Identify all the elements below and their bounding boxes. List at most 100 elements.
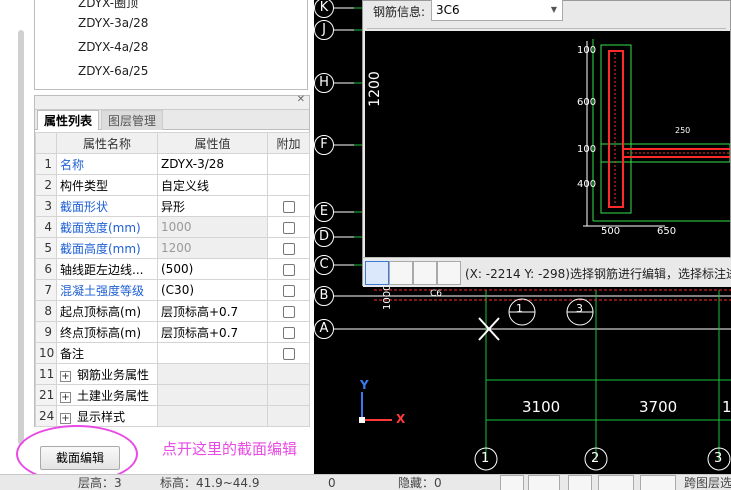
plus-mode-button[interactable] (640, 475, 676, 490)
property-value[interactable]: 层顶标高+0.7 (157, 321, 268, 343)
extra-checkbox[interactable] (282, 221, 295, 234)
side-dimension: 1000 (382, 284, 393, 310)
expand-icon[interactable]: + (60, 412, 71, 424)
table-header: 属性名称 属性值 附加 (35, 132, 310, 154)
section-dim: 650 (657, 226, 677, 237)
table-row[interactable]: 2 构件类型 自定义线 (35, 174, 310, 196)
dialog-separator (367, 28, 726, 29)
property-value[interactable]: 层顶标高+0.7 (157, 300, 268, 322)
table-row[interactable]: 21 + 土建业务属性 (35, 384, 310, 406)
tree-item[interactable]: ZDYX-6a/25 (78, 64, 148, 78)
group-name: 显示样式 (77, 409, 126, 424)
row-number: 9 (35, 321, 57, 343)
expand-icon[interactable]: + (60, 370, 71, 382)
x-axis-label: X (396, 412, 406, 426)
row-number: 10 (35, 342, 57, 364)
panel-header: ✕ (35, 94, 309, 110)
group-name: 土建业务属性 (77, 388, 150, 403)
section-drawing-area[interactable]: 100 600 100 400 500 650 250 1200 (365, 31, 730, 257)
row-number: 1 (35, 153, 57, 175)
property-value[interactable] (157, 384, 268, 406)
group-name: 钢筋业务属性 (77, 367, 150, 382)
section-drawing (583, 39, 730, 227)
property-value[interactable]: ZDYX-3/28 (157, 153, 268, 175)
close-icon[interactable]: ✕ (297, 94, 305, 105)
table-row[interactable]: 24 + 显示样式 (35, 405, 310, 427)
rebar-info-select[interactable]: 3C6 ▼ (431, 0, 563, 21)
dimension-text: 10 (722, 398, 731, 416)
draw-mode-button[interactable] (598, 475, 634, 490)
property-name: 起点顶标高(m) (56, 300, 158, 322)
row-number: 6 (35, 258, 57, 280)
tab-property-list[interactable]: 属性列表 (37, 110, 100, 130)
circle-number: 3 (576, 302, 583, 315)
property-value[interactable]: (500) (157, 258, 268, 280)
row-number: 3 (35, 195, 57, 217)
extra-checkbox[interactable] (282, 200, 295, 213)
table-row[interactable]: 10 备注 (35, 342, 310, 364)
diagonal-tool-button[interactable] (389, 261, 413, 285)
row-number: 8 (35, 300, 57, 322)
property-name: 构件类型 (56, 174, 158, 196)
table-row[interactable]: 6 轴线距左边线... (500) (35, 258, 310, 280)
row-number: 4 (35, 216, 57, 238)
bottom-axis-label: 1 (481, 451, 490, 466)
property-name: 截面高度(mm) (56, 237, 158, 259)
table-row[interactable]: 8 起点顶标高(m) 层顶标高+0.7 (35, 300, 310, 322)
table-row[interactable]: 4 截面宽度(mm) 1000 (35, 216, 310, 238)
group-name-cell: + 土建业务属性 (56, 384, 158, 406)
tree-item[interactable]: ZDYX-3a/28 (78, 16, 148, 30)
table-row[interactable]: 5 截面高度(mm) 1200 (35, 237, 310, 259)
tab-layer-management[interactable]: 图层管理 (101, 110, 164, 130)
left-scrollbar[interactable] (18, 30, 24, 445)
extra-checkbox[interactable] (282, 347, 295, 360)
extra-cell (267, 342, 310, 364)
property-name: 截面宽度(mm) (56, 216, 158, 238)
axis-label-j: J (314, 20, 334, 40)
table-row[interactable]: 9 终点顶标高(m) 层顶标高+0.7 (35, 321, 310, 343)
property-value[interactable] (157, 405, 268, 427)
table-row[interactable]: 11 + 钢筋业务属性 (35, 363, 310, 385)
cross-layer-select[interactable]: 跨图层选 (684, 475, 731, 490)
extra-checkbox[interactable] (282, 242, 295, 255)
property-value[interactable]: 自定义线 (157, 174, 268, 196)
tree-item[interactable]: ZDYX-4a/28 (78, 40, 148, 54)
corner-mode-button[interactable] (500, 475, 524, 490)
chevron-down-icon: ▼ (550, 5, 557, 14)
table-row[interactable]: 1 名称 ZDYX-3/28 (35, 153, 310, 175)
property-value[interactable]: 1000 (157, 216, 268, 238)
property-value[interactable] (157, 342, 268, 364)
table-row[interactable]: 7 混凝土强度等级 (C30) (35, 279, 310, 301)
extra-checkbox[interactable] (282, 326, 295, 339)
circle-number: 1 (516, 302, 523, 315)
extra-cell (267, 300, 310, 322)
property-value[interactable]: (C30) (157, 279, 268, 301)
extra-checkbox[interactable] (282, 284, 295, 297)
property-value[interactable] (157, 363, 268, 385)
corner-tool-button[interactable] (365, 261, 389, 285)
cross-mode-button[interactable] (568, 475, 592, 490)
extra-cell (267, 237, 310, 259)
row-number: 21 (35, 384, 57, 406)
extra-checkbox[interactable] (282, 305, 295, 318)
bottom-axis-label: 3 (714, 451, 723, 466)
property-value[interactable]: 1200 (157, 237, 268, 259)
table-row[interactable]: 3 截面形状 异形 (35, 195, 310, 217)
section-dim: 100 (577, 144, 597, 155)
expand-icon[interactable]: + (60, 391, 71, 403)
dimension-text: 3100 (522, 398, 561, 416)
property-value[interactable]: 异形 (157, 195, 268, 217)
group-name-cell: + 钢筋业务属性 (56, 363, 158, 385)
perpendicular-tool-button[interactable] (413, 261, 437, 285)
tree-item[interactable]: ZDYX-圈顶 (78, 0, 138, 11)
section-dim: 100 (577, 45, 597, 56)
snap-mode-button[interactable] (528, 475, 560, 490)
side-dim: 1200 (366, 71, 383, 107)
add-rebar-tool-button[interactable] (437, 261, 461, 285)
row-number: 24 (35, 405, 57, 427)
extra-cell (267, 405, 310, 427)
extra-checkbox[interactable] (282, 263, 295, 276)
axis-label-a: A (314, 319, 334, 339)
property-panel: ✕ 属性列表 图层管理 属性名称 属性值 附加 1 名称 ZDYX-3/28 2 构件类… (34, 94, 310, 427)
hidden-count: 隐藏：0 (398, 476, 442, 490)
